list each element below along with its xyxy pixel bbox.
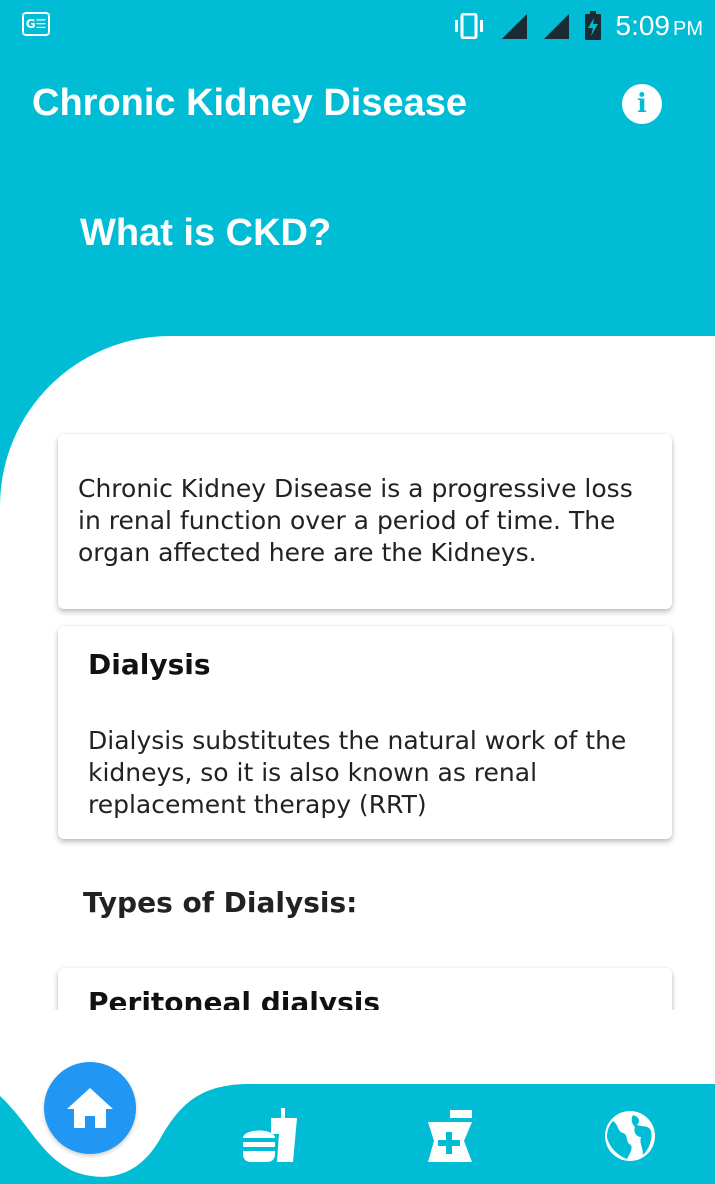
dialysis-card: Dialysis Dialysis substitutes the natura…	[58, 626, 672, 839]
section-title: What is CKD?	[80, 212, 332, 254]
nav-medication-button[interactable]	[418, 1106, 478, 1166]
card-body-text: Chronic Kidney Disease is a progressive …	[78, 474, 633, 567]
info-button[interactable]: i	[622, 84, 662, 124]
nav-globe-button[interactable]	[600, 1106, 660, 1166]
status-bar: G☰ 5:09 PM	[0, 0, 715, 50]
card-body-text: Dialysis substitutes the natural work of…	[88, 726, 627, 819]
page-title: Chronic Kidney Disease	[32, 82, 468, 124]
signal-icon	[501, 14, 527, 39]
card-heading: Dialysis	[88, 648, 211, 681]
types-heading: Types of Dialysis:	[83, 886, 358, 919]
signal-icon	[543, 14, 569, 39]
nav-food-button[interactable]	[240, 1106, 300, 1166]
medication-icon	[428, 1110, 472, 1162]
battery-charging-icon	[584, 11, 601, 40]
ckd-definition-card: Chronic Kidney Disease is a progressive …	[58, 434, 672, 609]
notification-icon: G☰	[22, 12, 50, 36]
info-icon: i	[637, 89, 647, 119]
status-time: 5:09 PM	[615, 10, 704, 41]
nav-home-button[interactable]	[44, 1062, 136, 1154]
vibrate-icon	[454, 13, 483, 39]
home-icon	[67, 1088, 113, 1128]
status-icons: 5:09 PM	[452, 8, 704, 44]
fastfood-icon	[243, 1108, 297, 1162]
content-scroll-area[interactable]: Chronic Kidney Disease is a progressive …	[0, 336, 715, 1010]
peritoneal-dialysis-card: Peritoneal dialysis	[58, 968, 672, 1010]
globe-icon	[605, 1111, 655, 1161]
card-heading: Peritoneal dialysis	[88, 986, 381, 1010]
